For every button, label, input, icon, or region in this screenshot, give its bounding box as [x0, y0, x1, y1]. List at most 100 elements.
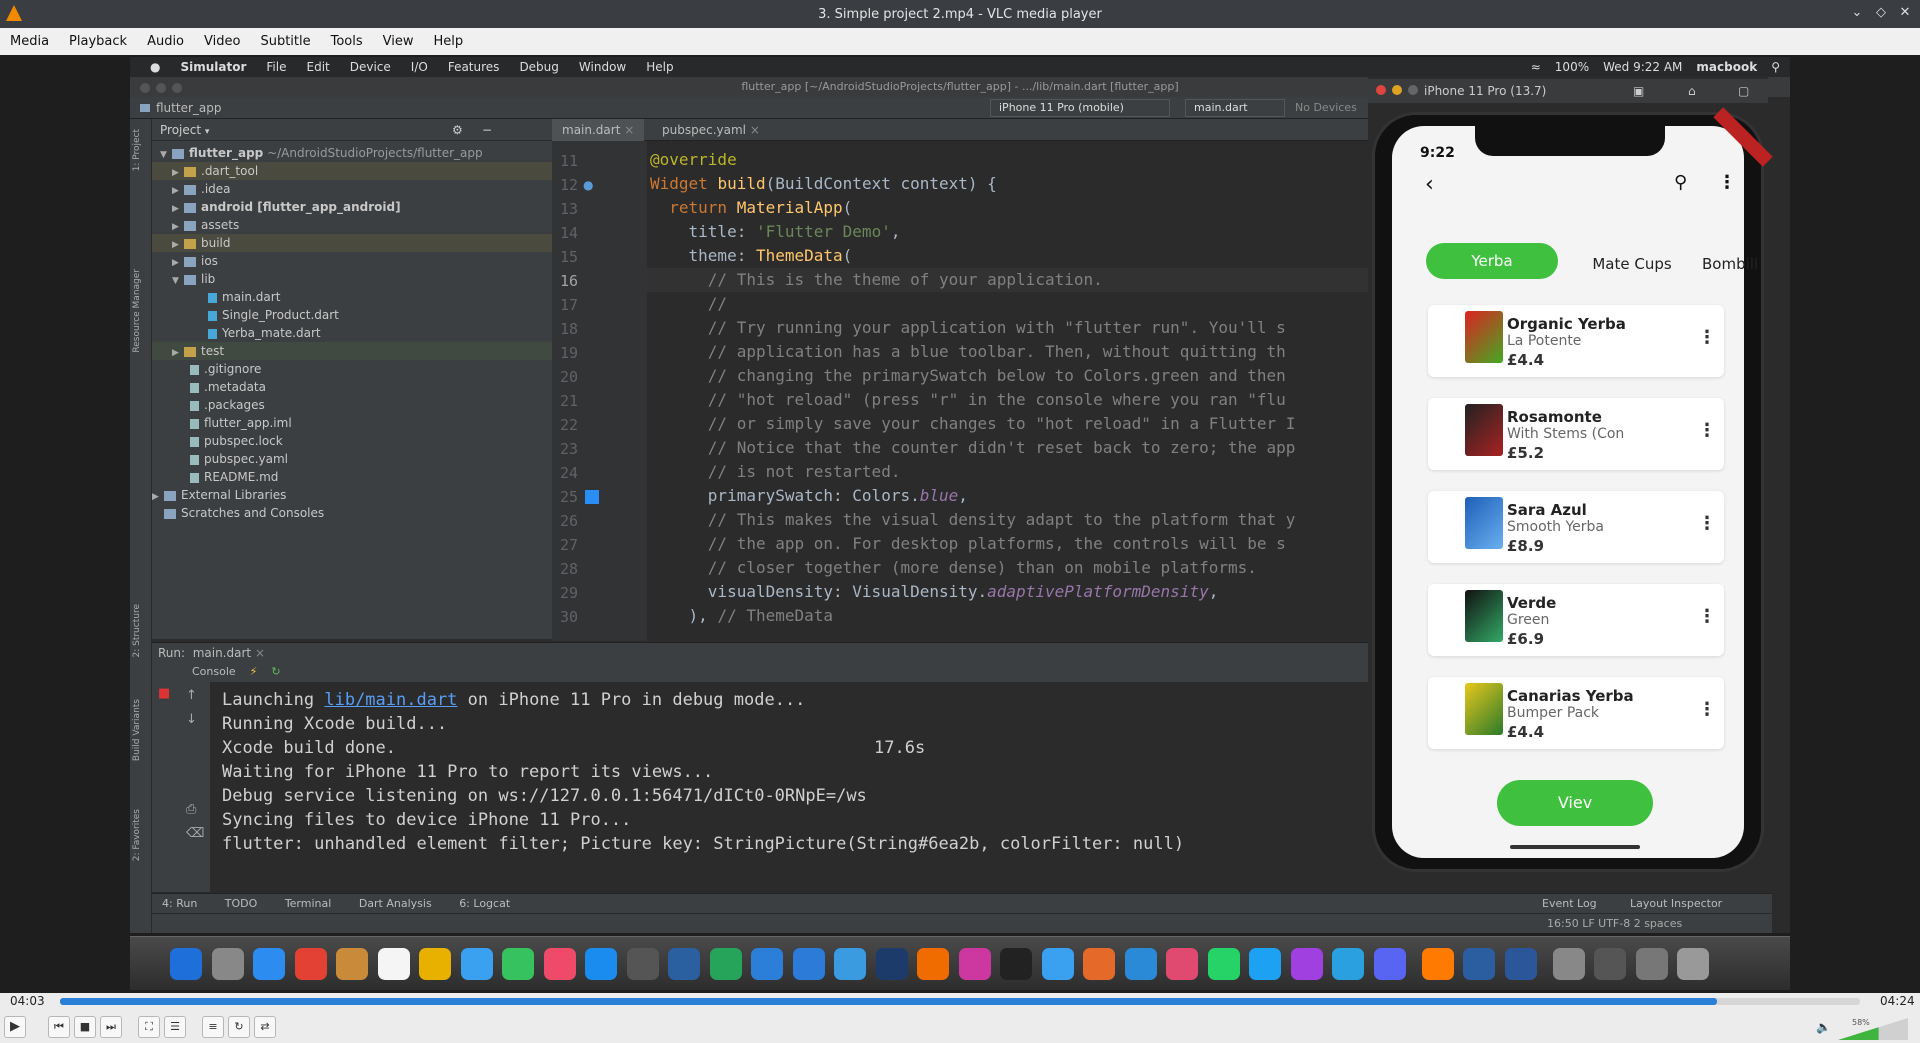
tab-pubspec-yaml[interactable]: pubspec.yaml ×	[652, 119, 770, 141]
extended-settings-icon[interactable]: ☰	[164, 1016, 186, 1038]
category-chip-bombilla[interactable]: Bombill	[1702, 246, 1762, 282]
menu-tools[interactable]: Tools	[321, 34, 373, 49]
tree-item[interactable]: ▶ ios	[172, 252, 218, 270]
side-tab-resource-manager[interactable]: Resource Manager	[132, 269, 142, 353]
device-selector[interactable]: iPhone 11 Pro (mobile)	[990, 99, 1170, 117]
tree-item[interactable]: .packages	[190, 396, 265, 414]
home-icon[interactable]: ⌂	[1688, 79, 1696, 103]
side-tab-structure[interactable]: 2: Structure	[132, 604, 142, 658]
dock-app-icon[interactable]	[377, 948, 410, 980]
dock-app-icon[interactable]	[709, 948, 742, 980]
dock-app-icon[interactable]	[585, 948, 617, 980]
tree-item[interactable]: flutter_app.iml	[190, 414, 292, 432]
product-menu-icon[interactable]: ⋮	[1698, 513, 1716, 534]
bottom-tab-logcat[interactable]: 6: Logcat	[459, 897, 510, 910]
close-icon[interactable]: ✕	[1896, 4, 1914, 22]
tree-item[interactable]: ▶ assets	[172, 216, 239, 234]
tree-item[interactable]: .gitignore	[190, 360, 261, 378]
speaker-icon[interactable]: 🔈	[1816, 1020, 1831, 1034]
console-link[interactable]: lib/main.dart	[324, 690, 457, 710]
side-tab-favorites[interactable]: 2: Favorites	[132, 809, 142, 861]
dock-app-icon[interactable]	[253, 948, 285, 980]
shuffle-icon[interactable]: ⇄	[254, 1016, 276, 1038]
back-icon[interactable]: ‹	[1425, 172, 1434, 197]
bottom-tab-run[interactable]: 4: Run	[162, 897, 197, 910]
category-chip-yerba[interactable]: Yerba	[1426, 243, 1558, 279]
dock-app-icon[interactable]	[419, 948, 451, 980]
dock-app-icon[interactable]	[792, 948, 825, 980]
dock-app-icon[interactable]	[1552, 948, 1585, 980]
product-menu-icon[interactable]: ⋮	[1698, 699, 1716, 720]
dock-app-icon[interactable]	[1083, 948, 1115, 980]
dock-app-icon[interactable]	[1373, 948, 1406, 980]
dock-app-icon[interactable]	[1041, 948, 1074, 980]
dock-app-icon[interactable]	[1000, 948, 1032, 980]
dock-app-icon[interactable]	[1207, 948, 1240, 980]
minimize-icon[interactable]: ⌄	[1848, 4, 1866, 22]
tree-item[interactable]: ▼ lib	[172, 270, 215, 288]
dock-app-icon[interactable]	[294, 948, 327, 980]
dock-app-icon[interactable]	[1594, 948, 1626, 980]
side-tab-project[interactable]: 1: Project	[132, 129, 142, 171]
trash-icon[interactable]: ⌫	[186, 826, 204, 841]
project-view-dropdown[interactable]: Project	[160, 123, 201, 137]
dock-app-icon[interactable]	[1290, 948, 1323, 980]
category-chip-mate-cups[interactable]: Mate Cups	[1586, 246, 1678, 282]
product-menu-icon[interactable]: ⋮	[1698, 420, 1716, 441]
dock-app-icon[interactable]	[502, 948, 534, 980]
dock-app-icon[interactable]	[626, 948, 659, 980]
dock-app-icon[interactable]	[211, 948, 244, 980]
dock-app-icon[interactable]	[958, 948, 991, 980]
dock-app-icon[interactable]	[1635, 948, 1668, 980]
tree-item[interactable]: ▶ build	[152, 234, 552, 252]
menu-video[interactable]: Video	[194, 34, 250, 49]
previous-icon[interactable]: ⏮	[48, 1016, 70, 1038]
tree-item[interactable]: ▶ External Libraries	[152, 486, 286, 504]
dock-app-icon[interactable]	[834, 948, 866, 980]
search-icon[interactable]: ⚲	[1674, 172, 1687, 193]
menu-subtitle[interactable]: Subtitle	[250, 34, 320, 49]
tree-item[interactable]: Single_Product.dart	[208, 306, 339, 324]
dock-app-icon[interactable]	[1332, 948, 1364, 980]
dock-app-icon[interactable]	[875, 948, 908, 980]
override-gutter-icon[interactable]: ●	[583, 178, 593, 192]
panel-collapse-icon[interactable]: −	[482, 119, 492, 141]
view-button[interactable]: Viev	[1497, 780, 1653, 826]
dock-app-icon[interactable]	[917, 948, 949, 980]
dock-app-icon[interactable]	[170, 948, 202, 980]
menu-playback[interactable]: Playback	[59, 34, 137, 49]
tree-item[interactable]: README.md	[190, 468, 278, 486]
menu-view[interactable]: View	[373, 34, 424, 49]
tree-item[interactable]: pubspec.lock	[190, 432, 283, 450]
dock-app-icon[interactable]	[1124, 948, 1157, 980]
scroll-down-icon[interactable]: ↓	[186, 712, 197, 727]
dock-app-icon[interactable]	[751, 948, 783, 980]
tree-item[interactable]: ▶ .dart_tool	[152, 162, 552, 180]
side-tab-build-variants[interactable]: Build Variants	[132, 699, 142, 761]
bottom-tab-dart-analysis[interactable]: Dart Analysis	[359, 897, 432, 910]
hot-restart-icon[interactable]: ↻	[271, 665, 280, 678]
run-config-selector[interactable]: main.dart	[1185, 99, 1285, 117]
tree-item-main-dart[interactable]: main.dart	[208, 288, 280, 306]
tree-item[interactable]: Scratches and Consoles	[164, 504, 324, 522]
menu-media[interactable]: Media	[0, 34, 59, 49]
product-menu-icon[interactable]: ⋮	[1698, 327, 1716, 348]
product-menu-icon[interactable]: ⋮	[1698, 606, 1716, 627]
bottom-tab-todo[interactable]: TODO	[225, 897, 258, 910]
dock-app-icon[interactable]	[336, 948, 368, 980]
tree-item[interactable]: pubspec.yaml	[190, 450, 288, 468]
dock-app-icon[interactable]	[1166, 948, 1198, 980]
dock-app-icon[interactable]	[1677, 948, 1709, 980]
play-icon[interactable]: ▶	[4, 1016, 26, 1038]
color-swatch-icon[interactable]	[585, 490, 599, 504]
tab-main-dart[interactable]: main.dart ×	[552, 119, 645, 141]
menu-help[interactable]: Help	[424, 34, 474, 49]
print-icon[interactable]: ⎙	[186, 802, 196, 817]
volume-slider[interactable]	[1838, 1018, 1908, 1040]
dock-app-icon[interactable]	[668, 948, 700, 980]
stop-icon[interactable]: ■	[158, 686, 170, 701]
hot-reload-icon[interactable]: ⚡	[250, 665, 258, 678]
panel-gear-icon[interactable]: ⚙	[452, 119, 463, 141]
maximize-icon[interactable]: ◇	[1872, 4, 1890, 22]
dock-app-icon[interactable]	[1504, 948, 1537, 980]
